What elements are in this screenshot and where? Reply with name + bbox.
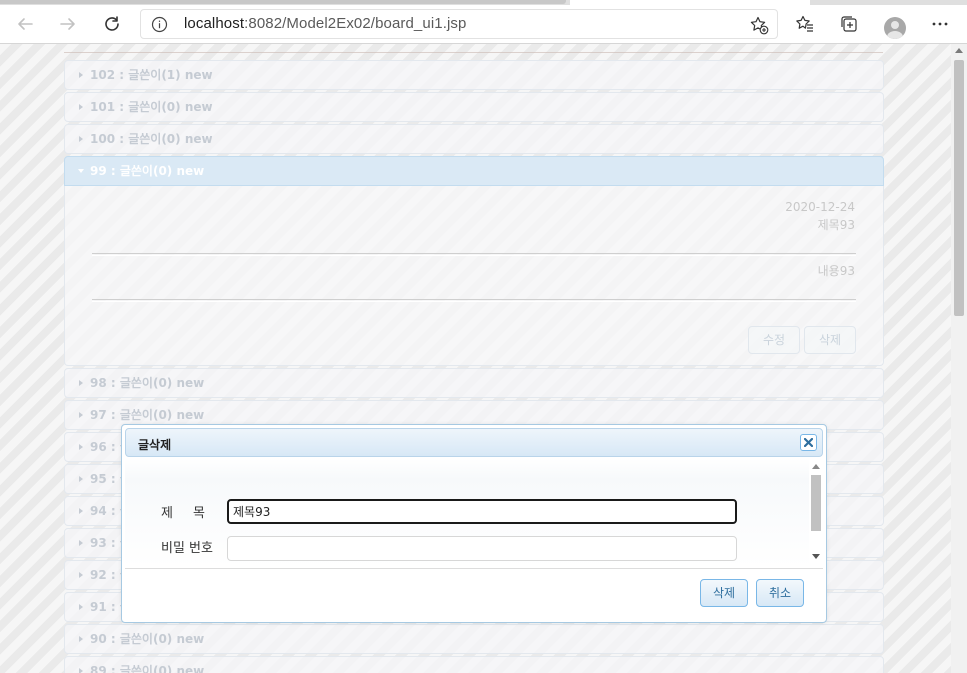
accordion-item-100[interactable]: 100 : 글쓴이(0) new: [64, 124, 884, 154]
accordion-item-89[interactable]: 89 : 글쓴이(0) new: [64, 656, 884, 673]
forward-button[interactable]: [53, 9, 83, 39]
accordion-item-102[interactable]: 102 : 글쓴이(1) new: [64, 60, 884, 90]
dialog-title: 글삭제: [138, 438, 172, 452]
collections-icon[interactable]: [834, 9, 864, 39]
accordion-item-label: 90 : 글쓴이(0) new: [90, 632, 205, 646]
caret-right-icon: [79, 412, 83, 418]
accordion-item-101[interactable]: 101 : 글쓴이(0) new: [64, 92, 884, 122]
browser-toolbar: localhost:8082/Model2Ex02/board_ui1.jsp: [0, 5, 967, 44]
delete-dialog: 글삭제 제목 비밀 번호 삭제 취소: [121, 424, 827, 623]
panel-divider: [92, 299, 856, 302]
panel-divider: [92, 253, 856, 256]
scroll-up-icon[interactable]: [955, 48, 963, 53]
accordion-item-label: 89 : 글쓴이(0) new: [90, 664, 205, 673]
dialog-delete-button[interactable]: 삭제: [700, 579, 749, 607]
post-content: 내용93: [817, 264, 855, 278]
accordion-item-label: 100 : 글쓴이(0) new: [90, 132, 213, 146]
url-text[interactable]: localhost:8082/Model2Ex02/board_ui1.jsp: [184, 15, 466, 32]
arrow-right-icon: [60, 18, 75, 30]
favorites-icon[interactable]: [790, 9, 820, 39]
edit-button[interactable]: 수정: [748, 326, 801, 354]
post-title: 제목93: [817, 218, 855, 232]
dialog-scroll-thumb[interactable]: [811, 475, 821, 531]
reload-button[interactable]: [97, 9, 127, 39]
accordion-item-label: 101 : 글쓴이(0) new: [90, 100, 213, 114]
password-input[interactable]: [227, 536, 737, 561]
caret-right-icon: [79, 668, 83, 673]
accordion-item-label: 102 : 글쓴이(1) new: [90, 68, 213, 82]
dialog-scrollbar[interactable]: [809, 459, 823, 567]
caret-right-icon: [79, 636, 83, 642]
back-button[interactable]: [10, 9, 40, 39]
scroll-down-icon[interactable]: [812, 554, 820, 559]
accordion-item-label: 97 : 글쓴이(0) new: [90, 408, 205, 422]
accordion-item-98[interactable]: 98 : 글쓴이(0) new: [64, 368, 884, 398]
accordion-item-99-active[interactable]: 99 : 글쓴이(0) new: [64, 156, 884, 186]
subject-label: 제목: [161, 506, 225, 521]
more-menu-icon[interactable]: [925, 9, 955, 39]
caret-right-icon: [79, 508, 83, 514]
caret-right-icon: [79, 540, 83, 546]
address-bar[interactable]: localhost:8082/Model2Ex02/board_ui1.jsp: [140, 9, 778, 39]
caret-right-icon: [79, 104, 83, 110]
accordion-item-90[interactable]: 90 : 글쓴이(0) new: [64, 624, 884, 654]
arrow-left-icon: [18, 18, 33, 30]
info-icon[interactable]: [151, 16, 168, 37]
dialog-titlebar[interactable]: 글삭제: [125, 428, 823, 457]
close-icon: [804, 438, 813, 447]
caret-down-icon: [78, 169, 84, 173]
caret-right-icon: [79, 572, 83, 578]
top-divider: [64, 52, 883, 53]
post-date: 2020-12-24: [785, 200, 855, 214]
accordion-item-label: 99 : 글쓴이(0) new: [90, 164, 205, 178]
accordion-panel-99: 2020-12-24 제목93 내용93 수정 삭제: [64, 186, 884, 366]
accordion-item-label: 98 : 글쓴이(0) new: [90, 376, 205, 390]
caret-right-icon: [79, 136, 83, 142]
scroll-up-icon[interactable]: [812, 464, 820, 469]
dialog-footer: 삭제 취소: [125, 568, 823, 621]
url-path: :8082/Model2Ex02/board_ui1.jsp: [244, 15, 467, 32]
profile-avatar-icon[interactable]: [884, 17, 906, 39]
caret-right-icon: [79, 72, 83, 78]
caret-right-icon: [79, 444, 83, 450]
caret-right-icon: [79, 476, 83, 482]
subject-input[interactable]: [227, 499, 737, 524]
password-label: 비밀 번호: [161, 541, 213, 556]
dialog-body: 제목 비밀 번호: [125, 459, 823, 567]
caret-right-icon: [79, 380, 83, 386]
scroll-thumb[interactable]: [954, 60, 964, 316]
delete-button[interactable]: 삭제: [804, 326, 857, 354]
add-favorite-icon[interactable]: [749, 15, 769, 39]
inactive-tab[interactable]: [0, 0, 566, 4]
dialog-close-button[interactable]: [800, 434, 817, 451]
caret-right-icon: [79, 604, 83, 610]
page-scrollbar[interactable]: [951, 44, 967, 673]
dialog-cancel-button[interactable]: 취소: [756, 579, 805, 607]
url-host: localhost: [184, 15, 245, 32]
refresh-icon: [105, 16, 119, 31]
